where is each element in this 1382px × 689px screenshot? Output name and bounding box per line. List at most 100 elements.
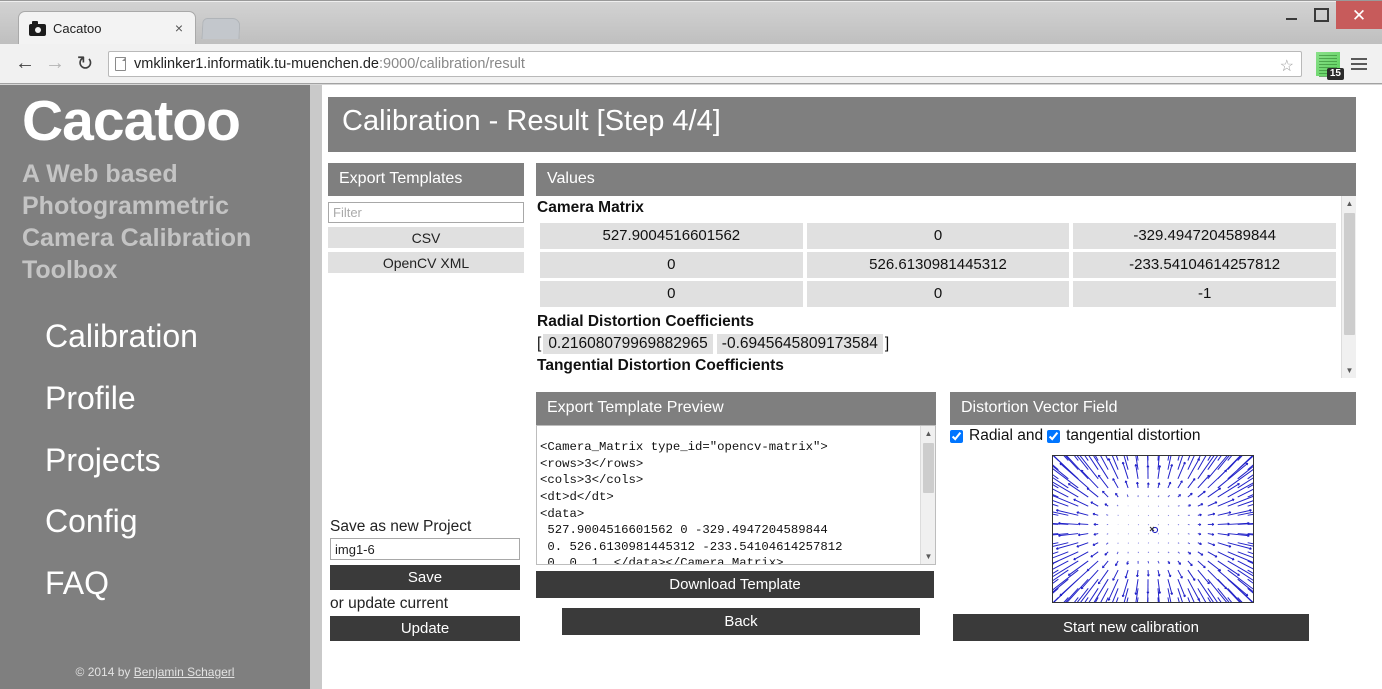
save-project-label: Save as new Project <box>330 518 472 535</box>
footer-copyright: © 2014 by <box>75 665 134 679</box>
tangential-checkbox-label: tangential distortion <box>1066 427 1201 444</box>
minimize-icon[interactable] <box>1276 1 1306 29</box>
scroll-down-icon[interactable]: ▼ <box>921 549 935 564</box>
url-text: vmklinker1.informatik.tu-muenchen.de:900… <box>134 56 525 72</box>
distortion-header: Distortion Vector Field <box>950 392 1356 425</box>
browser-tabstrip-area: Cacatoo × ✕ <box>0 0 1382 45</box>
forward-icon[interactable]: → <box>40 49 70 79</box>
page-info-icon <box>115 56 126 71</box>
distortion-column: Distortion Vector Field Radial and tange… <box>950 392 1356 641</box>
sidebar: Cacatoo A Web based Photogrammetric Came… <box>0 85 310 689</box>
radial-coef-1: -0.6945645809173584 <box>716 334 883 354</box>
radial-distortion-title: Radial Distortion Coefficients <box>537 313 755 330</box>
start-new-calibration-button[interactable]: Start new calibration <box>953 614 1309 641</box>
template-filter-input[interactable] <box>328 202 524 223</box>
values-panel: Values Camera Matrix 527.9004516601562 0… <box>536 163 1356 378</box>
save-button[interactable]: Save <box>330 565 520 590</box>
or-update-label: or update current <box>330 595 449 612</box>
export-templates-column: Export Templates CSV OpenCV XML Save as … <box>328 163 524 641</box>
export-templates-panel: Export Templates CSV OpenCV XML <box>328 163 524 273</box>
matrix-cell: -1 <box>1073 281 1336 307</box>
tangential-checkbox[interactable] <box>1047 429 1061 443</box>
content-columns: Export Templates CSV OpenCV XML Save as … <box>328 163 1356 641</box>
values-header: Values <box>536 163 1356 196</box>
sidebar-item-profile[interactable]: Profile <box>45 368 310 430</box>
bookmark-star-icon[interactable]: ☆ <box>1280 56 1294 76</box>
distortion-vector-field-plot <box>1052 455 1254 603</box>
back-icon[interactable]: ← <box>10 49 40 79</box>
bracket-open: [ <box>537 335 542 352</box>
window-controls: ✕ <box>1276 1 1382 29</box>
browser-toolbar: ← → ↻ vmklinker1.informatik.tu-muenchen.… <box>0 44 1382 84</box>
radial-checkbox[interactable] <box>950 429 963 443</box>
download-template-button[interactable]: Download Template <box>536 571 934 598</box>
save-project-section: Save as new Project Save or update curre… <box>330 518 520 641</box>
main-content: Calibration - Result [Step 4/4] Export T… <box>322 85 1382 689</box>
sidebar-item-config[interactable]: Config <box>45 491 310 553</box>
distortion-options: Radial and tangential distortion <box>950 427 1356 445</box>
table-row: 0 0 -1 <box>540 281 1336 307</box>
brand-logo: Cacatoo <box>22 89 241 153</box>
extension-icon[interactable]: 15 <box>1316 51 1344 80</box>
maximize-icon[interactable] <box>1306 1 1336 29</box>
distortion-body: Radial and tangential distortion <box>950 425 1356 603</box>
template-opencv-xml-button[interactable]: OpenCV XML <box>328 252 524 273</box>
tabstrip: Cacatoo × <box>18 11 196 45</box>
values-scrollbar[interactable]: ▲ ▼ <box>1341 196 1356 378</box>
bottom-row: Export Template Preview <Camera_Matrix t… <box>536 392 1356 641</box>
matrix-cell: 527.9004516601562 <box>540 223 803 249</box>
scroll-up-icon[interactable]: ▲ <box>921 426 935 441</box>
update-button[interactable]: Update <box>330 616 520 641</box>
scrollbar-thumb[interactable] <box>923 443 934 493</box>
matrix-cell: -233.54104614257812 <box>1073 252 1336 278</box>
project-name-input[interactable] <box>330 538 520 560</box>
camera-matrix-table: 527.9004516601562 0 -329.4947204589844 0… <box>536 220 1340 310</box>
radial-checkbox-label: Radial and <box>969 427 1044 444</box>
back-button[interactable]: Back <box>562 608 920 635</box>
extension-badge: 15 <box>1326 67 1344 80</box>
bracket-close: ] <box>884 335 890 352</box>
tangential-distortion-title: Tangential Distortion Coefficients <box>537 357 784 374</box>
browser-window: Cacatoo × ✕ ← → ↻ vmklinker1.informatik.… <box>0 0 1382 689</box>
footer-author-link[interactable]: Benjamin Schagerl <box>134 665 235 679</box>
matrix-cell: 526.6130981445312 <box>806 252 1070 278</box>
sidebar-footer: © 2014 by Benjamin Schagerl <box>0 665 310 679</box>
sidebar-divider <box>310 85 322 689</box>
reload-icon[interactable]: ↻ <box>70 49 100 79</box>
camera-icon <box>29 20 46 37</box>
new-tab-button[interactable] <box>201 18 241 39</box>
url-path: :9000/calibration/result <box>379 55 525 72</box>
close-window-icon[interactable]: ✕ <box>1336 1 1382 29</box>
sidebar-item-projects[interactable]: Projects <box>45 430 310 492</box>
sidebar-item-faq[interactable]: FAQ <box>45 553 310 615</box>
matrix-cell: 0 <box>540 281 803 307</box>
scroll-up-icon[interactable]: ▲ <box>1342 196 1356 211</box>
matrix-cell: -329.4947204589844 <box>1073 223 1336 249</box>
preview-body[interactable]: <Camera_Matrix type_id="opencv-matrix"> … <box>536 425 936 565</box>
matrix-cell: 0 <box>806 223 1070 249</box>
address-bar[interactable]: vmklinker1.informatik.tu-muenchen.de:900… <box>108 50 1302 77</box>
radial-distortion-row: [0.21608079969882965 -0.6945645809173584] <box>537 334 1340 354</box>
tab-title: Cacatoo <box>53 21 102 36</box>
page-viewport: Cacatoo A Web based Photogrammetric Came… <box>0 85 1382 689</box>
preview-text: <Camera_Matrix type_id="opencv-matrix"> … <box>540 440 843 565</box>
page-title: Calibration - Result [Step 4/4] <box>328 97 1356 152</box>
table-row: 0 526.6130981445312 -233.54104614257812 <box>540 252 1336 278</box>
preview-column: Export Template Preview <Camera_Matrix t… <box>536 392 936 641</box>
results-column: Values Camera Matrix 527.9004516601562 0… <box>536 163 1356 641</box>
scrollbar-thumb[interactable] <box>1344 213 1355 335</box>
url-host: vmklinker1.informatik.tu-muenchen.de <box>134 55 379 72</box>
template-csv-button[interactable]: CSV <box>328 227 524 248</box>
matrix-cell: 0 <box>806 281 1070 307</box>
matrix-cell: 0 <box>540 252 803 278</box>
table-row: 527.9004516601562 0 -329.4947204589844 <box>540 223 1336 249</box>
browser-tab[interactable]: Cacatoo × <box>18 11 196 45</box>
sidebar-nav: Calibration Profile Projects Config FAQ <box>0 306 310 615</box>
close-icon[interactable]: × <box>171 20 187 37</box>
export-templates-header: Export Templates <box>328 163 524 196</box>
sidebar-item-calibration[interactable]: Calibration <box>45 306 310 368</box>
browser-menu-icon[interactable] <box>1346 51 1372 77</box>
brand-tagline: A Web based Photogrammetric Camera Calib… <box>22 160 252 284</box>
scroll-down-icon[interactable]: ▼ <box>1342 363 1356 378</box>
preview-scrollbar[interactable]: ▲ ▼ <box>920 426 935 564</box>
